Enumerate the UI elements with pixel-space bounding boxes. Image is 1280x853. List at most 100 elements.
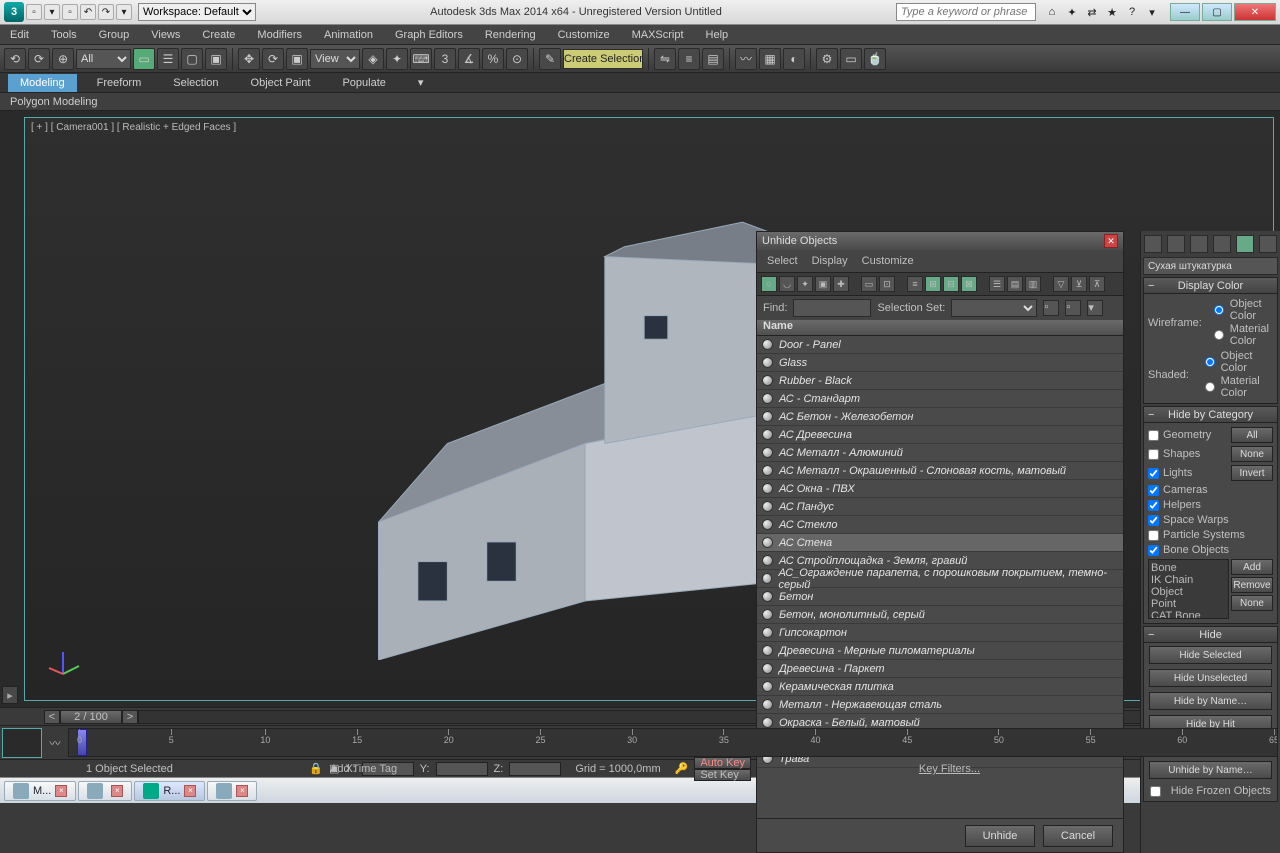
- selected-object-name[interactable]: Сухая штукатурка: [1143, 257, 1278, 275]
- ribbon-tab-objectpaint[interactable]: Object Paint: [239, 74, 323, 92]
- wireframe-object-color-radio[interactable]: [1214, 305, 1224, 315]
- dialog-menu-select[interactable]: Select: [767, 255, 798, 267]
- frame-handle[interactable]: 2 / 100: [60, 710, 122, 724]
- hide-cat-geometry[interactable]: [1148, 430, 1159, 441]
- lock-icon[interactable]: 🔒: [309, 762, 323, 775]
- menu-views[interactable]: Views: [147, 27, 184, 43]
- percent-snap-icon[interactable]: %: [482, 48, 504, 70]
- list-view3-icon[interactable]: ▥: [1025, 276, 1041, 292]
- display-shapes-icon[interactable]: ◡: [779, 276, 795, 292]
- unhide-by-name-button[interactable]: Unhide by Name…: [1149, 761, 1272, 779]
- taskbar-close-icon[interactable]: ×: [236, 785, 248, 797]
- rollout-toggle-icon[interactable]: −: [1148, 409, 1154, 421]
- utilities-panel-icon[interactable]: [1259, 235, 1277, 253]
- find-input[interactable]: [793, 299, 871, 317]
- filter-icon[interactable]: ▽: [1053, 276, 1069, 292]
- viewport-label[interactable]: [ + ] [ Camera001 ] [ Realistic + Edged …: [31, 122, 236, 133]
- create-panel-icon[interactable]: [1144, 235, 1162, 253]
- hierarchy-panel-icon[interactable]: [1190, 235, 1208, 253]
- object-row[interactable]: АС Стена: [757, 534, 1123, 552]
- taskbar-item[interactable]: R...×: [134, 781, 205, 801]
- hide-cat-lights[interactable]: [1148, 468, 1159, 479]
- exchange-icon[interactable]: ⇄: [1084, 4, 1100, 20]
- setkey-button[interactable]: Set Key: [694, 769, 751, 781]
- ribbon-tab-populate[interactable]: Populate: [330, 74, 397, 92]
- qat-more[interactable]: ▾: [116, 4, 132, 20]
- modify-panel-icon[interactable]: [1167, 235, 1185, 253]
- menu-customize[interactable]: Customize: [554, 27, 614, 43]
- display-groups-icon[interactable]: ▭: [861, 276, 877, 292]
- hide-cat-space-warps[interactable]: [1148, 515, 1159, 526]
- trackbar[interactable]: 05101520253035404550556065: [68, 728, 1278, 757]
- shaded-material-color-radio[interactable]: [1205, 382, 1215, 392]
- hide-cat-particle-systems[interactable]: [1148, 530, 1159, 541]
- all-button[interactable]: All: [1231, 427, 1273, 443]
- object-row[interactable]: Гипсокартон: [757, 624, 1123, 642]
- help-dropdown-icon[interactable]: ▾: [1144, 4, 1160, 20]
- window-minimize-button[interactable]: —: [1170, 3, 1200, 21]
- mini-curve-editor-icon[interactable]: 〰: [44, 726, 66, 759]
- object-row[interactable]: Керамическая плитка: [757, 678, 1123, 696]
- bone-remove-button[interactable]: Remove: [1231, 577, 1273, 593]
- qat-redo[interactable]: ↷: [98, 4, 114, 20]
- curve-editor-icon[interactable]: 〰: [735, 48, 757, 70]
- qat-undo[interactable]: ↶: [80, 4, 96, 20]
- object-row[interactable]: АС_Ограждение парапета, с порошковым пок…: [757, 570, 1123, 588]
- menu-rendering[interactable]: Rendering: [481, 27, 540, 43]
- help-icon[interactable]: ?: [1124, 4, 1140, 20]
- hide-selectedbutton[interactable]: Hide Selected: [1149, 646, 1272, 664]
- layers-icon[interactable]: ▤: [702, 48, 724, 70]
- material-editor-icon[interactable]: ◐: [783, 48, 805, 70]
- coord-z-input[interactable]: [509, 762, 561, 776]
- viewport-thumbnail[interactable]: [2, 728, 42, 758]
- bind-icon[interactable]: ⊕: [52, 48, 74, 70]
- select-children-icon[interactable]: ⊻: [1071, 276, 1087, 292]
- ribbon-tab-selection[interactable]: Selection: [161, 74, 230, 92]
- hide-by-name-button[interactable]: Hide by Name…: [1149, 692, 1272, 710]
- favorite-icon[interactable]: ★: [1104, 4, 1120, 20]
- hide-cat-shapes[interactable]: [1148, 449, 1159, 460]
- keyboard-shortcut-icon[interactable]: ⌨: [410, 48, 432, 70]
- unhide-button[interactable]: Unhide: [965, 825, 1035, 847]
- ref-coord-select[interactable]: View: [310, 49, 360, 69]
- window-maximize-button[interactable]: ▢: [1202, 3, 1232, 21]
- schematic-icon[interactable]: ▦: [759, 48, 781, 70]
- key-filters-link[interactable]: Key Filters...: [919, 763, 980, 775]
- qat-save[interactable]: ▫: [62, 4, 78, 20]
- object-row[interactable]: Glass: [757, 354, 1123, 372]
- bone-add-button[interactable]: Add: [1231, 559, 1273, 575]
- rollout-toggle-icon[interactable]: −: [1148, 280, 1154, 292]
- object-row[interactable]: Древесина - Паркет: [757, 660, 1123, 678]
- cancel-button[interactable]: Cancel: [1043, 825, 1113, 847]
- create-selection-input[interactable]: [563, 49, 643, 69]
- qat-open[interactable]: ▾: [44, 4, 60, 20]
- menu-edit[interactable]: Edit: [6, 27, 33, 43]
- object-row[interactable]: АС Стекло: [757, 516, 1123, 534]
- move-icon[interactable]: ✥: [238, 48, 260, 70]
- display-panel-icon[interactable]: [1236, 235, 1254, 253]
- selection-set-select[interactable]: [951, 299, 1037, 317]
- list-header-name[interactable]: Name: [757, 320, 1123, 336]
- scale-icon[interactable]: ▣: [286, 48, 308, 70]
- object-row[interactable]: Door - Panel: [757, 336, 1123, 354]
- display-none-icon[interactable]: ⊟: [943, 276, 959, 292]
- object-row[interactable]: Бетон, монолитный, серый: [757, 606, 1123, 624]
- object-row[interactable]: Rubber - Black: [757, 372, 1123, 390]
- select-object-icon[interactable]: ▭: [133, 48, 155, 70]
- snap-toggle-icon[interactable]: 3: [434, 48, 456, 70]
- select-by-name-icon[interactable]: ☰: [157, 48, 179, 70]
- list-view-icon[interactable]: ☰: [989, 276, 1005, 292]
- select-deps-icon[interactable]: ⊼: [1089, 276, 1105, 292]
- object-row[interactable]: АС Окна - ПВХ: [757, 480, 1123, 498]
- pivot-icon[interactable]: ◈: [362, 48, 384, 70]
- dialog-menu-display[interactable]: Display: [812, 255, 848, 267]
- selset-load-icon[interactable]: ▫: [1065, 300, 1081, 316]
- dialog-close-button[interactable]: ✕: [1104, 234, 1118, 248]
- qat-new[interactable]: ▫: [26, 4, 42, 20]
- display-invert-icon[interactable]: ⊠: [961, 276, 977, 292]
- display-all-icon[interactable]: ⊞: [925, 276, 941, 292]
- menu-group[interactable]: Group: [95, 27, 134, 43]
- hide-cat-cameras[interactable]: [1148, 485, 1159, 496]
- menu-grapheditors[interactable]: Graph Editors: [391, 27, 467, 43]
- selset-save-icon[interactable]: ▫: [1043, 300, 1059, 316]
